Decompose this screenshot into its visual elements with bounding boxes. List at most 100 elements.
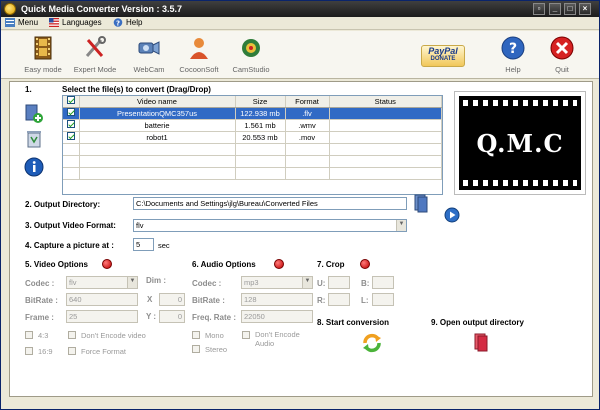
row-checkbox[interactable] — [66, 108, 75, 116]
column-header-name[interactable]: Video name — [79, 96, 236, 108]
quit-button[interactable]: Quit — [532, 35, 592, 74]
capture-seconds-input[interactable]: 5 — [133, 238, 154, 251]
audio-codec-select[interactable]: mp3 ▼ — [241, 276, 313, 289]
table-row[interactable]: robot1 20.553 mb .mov — [63, 131, 442, 144]
video-bitrate-input[interactable]: 640 — [66, 293, 138, 306]
restore-icon[interactable]: ▫ — [533, 3, 545, 15]
person-icon — [190, 38, 208, 59]
row-checkbox[interactable] — [66, 132, 75, 140]
menu-help-label: Help — [126, 18, 143, 27]
video-bitrate-label: BitRate : — [25, 296, 58, 305]
crop-r-label: R: — [317, 296, 326, 305]
expert-mode-button[interactable]: Expert Mode — [65, 35, 125, 74]
toolbar: Easy mode Expert Mode WebCam CocoonSoft … — [1, 31, 599, 79]
file-list[interactable]: Video name Size Format Status Presentati… — [62, 95, 443, 195]
crop-b-input[interactable] — [372, 276, 394, 289]
empty-row — [63, 167, 442, 180]
maximize-button[interactable]: □ — [564, 3, 576, 15]
mono-checkbox[interactable] — [192, 331, 200, 339]
table-row[interactable]: batterie 1.561 mb .wmv — [63, 119, 442, 132]
audio-codec-value: mp3 — [244, 278, 259, 287]
select-all-header[interactable] — [63, 96, 80, 108]
column-header-status[interactable]: Status — [329, 96, 442, 108]
chevron-down-icon[interactable]: ▼ — [127, 277, 137, 288]
output-format-select[interactable]: flv ▼ — [133, 219, 407, 232]
video-codec-value: flv — [69, 278, 77, 287]
freq-rate-input[interactable]: 22050 — [241, 310, 313, 323]
chevron-down-icon[interactable]: ▼ — [396, 220, 406, 231]
video-frame-input[interactable]: 25 — [66, 310, 138, 323]
dim-x-input[interactable]: 0 — [159, 293, 185, 306]
audio-codec-label: Codec : — [192, 279, 222, 288]
select-all-checkbox[interactable] — [66, 96, 75, 105]
dont-encode-audio-checkbox[interactable] — [242, 331, 250, 339]
paypal-donate-button[interactable]: PayPal DONATE — [421, 45, 465, 67]
menu-help[interactable]: ? Help — [113, 18, 142, 27]
force-format-checkbox[interactable] — [68, 347, 76, 355]
crop-b-label: B: — [361, 279, 370, 288]
ratio-4-3-checkbox[interactable] — [25, 331, 33, 339]
play-icon[interactable] — [444, 207, 460, 223]
dont-encode-video-checkbox[interactable] — [68, 331, 76, 339]
column-header-format[interactable]: Format — [285, 96, 330, 108]
help-icon: ? — [113, 18, 123, 27]
minimize-button[interactable]: _ — [549, 3, 561, 15]
video-codec-select[interactable]: flv ▼ — [66, 276, 138, 289]
menu-icon — [5, 18, 15, 27]
app-icon — [4, 3, 16, 15]
force-format-label: Force Format — [81, 347, 127, 356]
crop-status-icon[interactable] — [360, 259, 370, 269]
ratio-16-9-checkbox[interactable] — [25, 347, 33, 355]
crop-l-input[interactable] — [372, 293, 394, 306]
quit-label: Quit — [555, 65, 569, 74]
video-options-status-icon[interactable] — [102, 259, 112, 269]
start-conversion-icon[interactable] — [361, 332, 383, 354]
audio-bitrate-input[interactable]: 128 — [241, 293, 313, 306]
row-checkbox[interactable] — [66, 120, 75, 128]
audio-options-status-icon[interactable] — [274, 259, 284, 269]
info-icon[interactable] — [24, 157, 44, 177]
recycle-bin-icon[interactable] — [24, 128, 44, 148]
crop-r-input[interactable] — [328, 293, 350, 306]
output-directory-field[interactable]: C:\Documents and Settings\jlg\Bureau\Con… — [133, 197, 407, 210]
quit-icon — [550, 36, 574, 60]
capture-unit: sec — [158, 241, 170, 250]
column-header-size[interactable]: Size — [235, 96, 286, 108]
close-button[interactable]: × — [579, 3, 591, 15]
dim-y-input[interactable]: 0 — [159, 310, 185, 323]
menu-menu[interactable]: Menu — [5, 18, 38, 27]
menu-bar: Menu Languages ? Help — [1, 17, 599, 30]
us-flag-icon — [49, 18, 59, 27]
crop-u-label: U: — [317, 279, 326, 288]
file-name: PresentationQMC357us — [79, 107, 236, 120]
mono-label: Mono — [205, 331, 224, 340]
expert-mode-label: Expert Mode — [73, 65, 117, 74]
menu-languages[interactable]: Languages — [49, 18, 102, 27]
table-row[interactable]: PresentationQMC357us 122.938 mb .flv — [63, 107, 442, 120]
add-file-icon[interactable] — [24, 104, 44, 124]
audio-bitrate-label: BitRate : — [192, 296, 225, 305]
dont-encode-audio-label-2: Audio — [255, 339, 275, 348]
step1-number: 1. — [25, 85, 32, 94]
file-status — [329, 107, 442, 120]
cocoonsoft-button[interactable]: CocoonSoft — [169, 35, 229, 74]
svg-text:?: ? — [509, 41, 517, 57]
file-format: .wmv — [285, 119, 330, 132]
crop-u-input[interactable] — [328, 276, 350, 289]
dim-y-label: Y : — [146, 312, 157, 321]
open-folder-icon[interactable] — [472, 332, 490, 352]
dont-encode-audio-label-1: Don't Encode — [255, 330, 300, 339]
crop-l-label: L: — [361, 296, 369, 305]
easy-mode-button[interactable]: Easy mode — [13, 35, 73, 74]
video-codec-label: Codec : — [25, 279, 55, 288]
camstudio-button[interactable]: CamStudio — [221, 35, 281, 74]
video-options-label: 5. Video Options — [25, 260, 88, 269]
stereo-checkbox[interactable] — [192, 345, 200, 353]
film-perforation-top — [463, 100, 577, 106]
file-size: 122.938 mb — [235, 107, 286, 120]
title-bar[interactable]: Quick Media Converter Version : 3.5.7 _ … — [1, 1, 599, 17]
file-format: .mov — [285, 131, 330, 144]
browse-folder-icon[interactable] — [412, 193, 430, 213]
cocoonsoft-label: CocoonSoft — [179, 65, 219, 74]
chevron-down-icon[interactable]: ▼ — [302, 277, 312, 288]
